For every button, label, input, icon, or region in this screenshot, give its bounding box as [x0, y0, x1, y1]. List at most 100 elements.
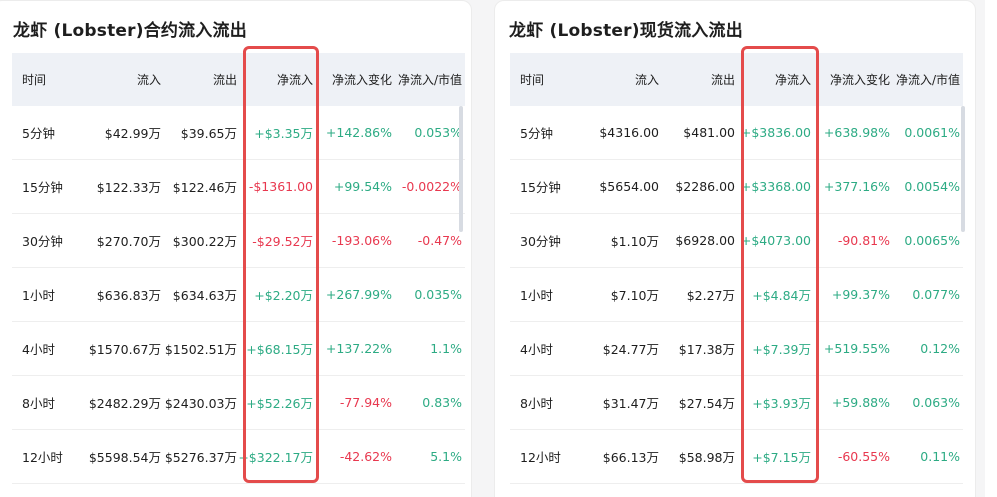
cell-outflow: $17.38万 — [678, 342, 735, 357]
cell-net-change: +638.98% — [823, 125, 890, 140]
cell-net-inflow: +$4.84万 — [752, 288, 811, 303]
cell-outflow: $39.65万 — [180, 126, 237, 141]
col-header-change: 净流入变化 — [829, 73, 890, 87]
cell-outflow: $58.98万 — [678, 450, 735, 465]
cell-outflow: $1502.51万 — [164, 342, 237, 357]
col-header-change: 净流入变化 — [331, 73, 392, 87]
cell-time: 1小时 — [520, 288, 553, 303]
cell-inflow: $31.47万 — [602, 396, 659, 411]
cell-inflow: $636.83万 — [96, 288, 161, 303]
table-row: 30分钟 $270.70万 $300.22万 -$29.52万 -193.06% -0.4… — [12, 214, 465, 268]
cell-net-inflow: +$7.39万 — [752, 342, 811, 357]
col-header-ratio: 净流入/市值 — [895, 73, 960, 87]
cell-net-ratio: 0.11% — [920, 449, 960, 464]
cell-inflow: $24.77万 — [602, 342, 659, 357]
cell-inflow: $5598.54万 — [88, 450, 161, 465]
cell-net-change: -77.94% — [339, 395, 392, 410]
cell-net-change: +377.16% — [823, 179, 890, 194]
cell-net-change: -90.81% — [837, 233, 890, 248]
table-row: 1小时 $7.10万 $2.27万 +$4.84万 +99.37% 0.077% — [510, 268, 963, 322]
cell-net-ratio: 1.1% — [430, 341, 462, 356]
cell-time: 1小时 — [22, 288, 55, 303]
cell-outflow: $2.27万 — [686, 288, 735, 303]
cell-net-ratio: 5.1% — [430, 449, 462, 464]
cell-net-change: +142.86% — [325, 125, 392, 140]
table-row: 15分钟 $122.33万 $122.46万 -$1361.00 +99.54% -0.0… — [12, 160, 465, 214]
cell-time: 4小时 — [22, 342, 55, 357]
table-body: 5分钟 $42.99万 $39.65万 +$3.35万 +142.86% 0.053% 15… — [12, 106, 465, 484]
cell-net-ratio: 0.12% — [920, 341, 960, 356]
cell-time: 5分钟 — [520, 126, 553, 141]
col-header-time: 时间 — [520, 73, 545, 87]
cell-net-ratio: 0.077% — [912, 287, 960, 302]
cell-net-inflow: +$3.35万 — [254, 126, 313, 141]
cell-net-inflow: -$29.52万 — [252, 234, 313, 249]
cell-net-ratio: 0.053% — [414, 125, 462, 140]
cell-inflow: $7.10万 — [610, 288, 659, 303]
cell-time: 12小时 — [520, 450, 561, 465]
cell-time: 8小时 — [520, 396, 553, 411]
table-row: 5分钟 $42.99万 $39.65万 +$3.35万 +142.86% 0.053% — [12, 106, 465, 160]
contract-flow-panel: 龙虾 (Lobster)合约流入流出 时间 流入 流出 净流入 净流入变化 净流… — [0, 0, 472, 497]
cell-time: 12小时 — [22, 450, 63, 465]
cell-net-ratio: 0.83% — [422, 395, 462, 410]
table-row: 15分钟 $5654.00 $2286.00 +$3368.00 +377.16% 0.0… — [510, 160, 963, 214]
cell-net-change: +267.99% — [325, 287, 392, 302]
panel-title: 龙虾 (Lobster)合约流入流出 — [13, 21, 247, 41]
cell-net-change: +99.37% — [831, 287, 890, 302]
cell-inflow: $122.33万 — [96, 180, 161, 195]
cell-net-change: +137.22% — [325, 341, 392, 356]
cell-net-change: -42.62% — [339, 449, 392, 464]
cell-inflow: $5654.00 — [599, 179, 659, 194]
cell-time: 15分钟 — [520, 180, 561, 195]
scrollbar[interactable] — [961, 106, 965, 232]
cell-inflow: $42.99万 — [104, 126, 161, 141]
cell-inflow: $1570.67万 — [88, 342, 161, 357]
spot-flow-panel: 龙虾 (Lobster)现货流入流出 时间 流入 流出 净流入 净流入变化 净流… — [494, 0, 976, 497]
cell-inflow: $4316.00 — [599, 125, 659, 140]
cell-net-inflow: +$4073.00 — [740, 233, 811, 248]
cell-outflow: $6928.00 — [675, 233, 735, 248]
col-header-time: 时间 — [22, 73, 47, 87]
cell-outflow: $2430.03万 — [164, 396, 237, 411]
col-header-net: 净流入 — [276, 73, 313, 87]
cell-net-change: +519.55% — [823, 341, 890, 356]
table-row: 30分钟 $1.10万 $6928.00 +$4073.00 -90.81% 0.0065… — [510, 214, 963, 268]
cell-net-inflow: +$52.26万 — [246, 396, 313, 411]
cell-net-inflow: +$3836.00 — [740, 125, 811, 140]
cell-outflow: $634.63万 — [172, 288, 237, 303]
cell-outflow: $122.46万 — [172, 180, 237, 195]
table-row: 12小时 $5598.54万 $5276.37万 +$322.17万 -42.62% 5.… — [12, 430, 465, 484]
cell-inflow: $270.70万 — [96, 234, 161, 249]
cell-net-inflow: +$322.17万 — [238, 450, 313, 465]
table-row: 8小时 $2482.29万 $2430.03万 +$52.26万 -77.94% 0.83… — [12, 376, 465, 430]
flow-table: 时间 流入 流出 净流入 净流入变化 净流入/市值 5分钟 $42.99万 $39.… — [12, 53, 465, 484]
table-row: 12小时 $66.13万 $58.98万 +$7.15万 -60.55% 0.11% — [510, 430, 963, 484]
cell-time: 30分钟 — [520, 234, 561, 249]
cell-outflow: $5276.37万 — [164, 450, 237, 465]
col-header-ratio: 净流入/市值 — [397, 73, 462, 87]
cell-time: 30分钟 — [22, 234, 63, 249]
cell-net-change: +99.54% — [333, 179, 392, 194]
cell-net-inflow: +$7.15万 — [752, 450, 811, 465]
scrollbar[interactable] — [459, 106, 463, 232]
table-row: 5分钟 $4316.00 $481.00 +$3836.00 +638.98% 0.006… — [510, 106, 963, 160]
col-header-inflow: 流入 — [634, 73, 659, 87]
cell-net-inflow: +$3368.00 — [740, 179, 811, 194]
table-body: 5分钟 $4316.00 $481.00 +$3836.00 +638.98% 0.006… — [510, 106, 963, 484]
flow-table: 时间 流入 流出 净流入 净流入变化 净流入/市值 5分钟 $4316.00 $48… — [510, 53, 963, 484]
cell-net-inflow: +$2.20万 — [254, 288, 313, 303]
cell-net-ratio: -0.0022% — [401, 179, 462, 194]
table-row: 1小时 $636.83万 $634.63万 +$2.20万 +267.99% 0.035% — [12, 268, 465, 322]
cell-net-ratio: 0.035% — [414, 287, 462, 302]
cell-net-inflow: +$68.15万 — [246, 342, 313, 357]
table-row: 8小时 $31.47万 $27.54万 +$3.93万 +59.88% 0.063% — [510, 376, 963, 430]
cell-time: 8小时 — [22, 396, 55, 411]
cell-inflow: $66.13万 — [602, 450, 659, 465]
table-header: 时间 流入 流出 净流入 净流入变化 净流入/市值 — [12, 53, 465, 106]
cell-net-ratio: -0.47% — [417, 233, 462, 248]
cell-outflow: $300.22万 — [172, 234, 237, 249]
cell-outflow: $481.00 — [683, 125, 735, 140]
cell-time: 4小时 — [520, 342, 553, 357]
col-header-net: 净流入 — [774, 73, 811, 87]
